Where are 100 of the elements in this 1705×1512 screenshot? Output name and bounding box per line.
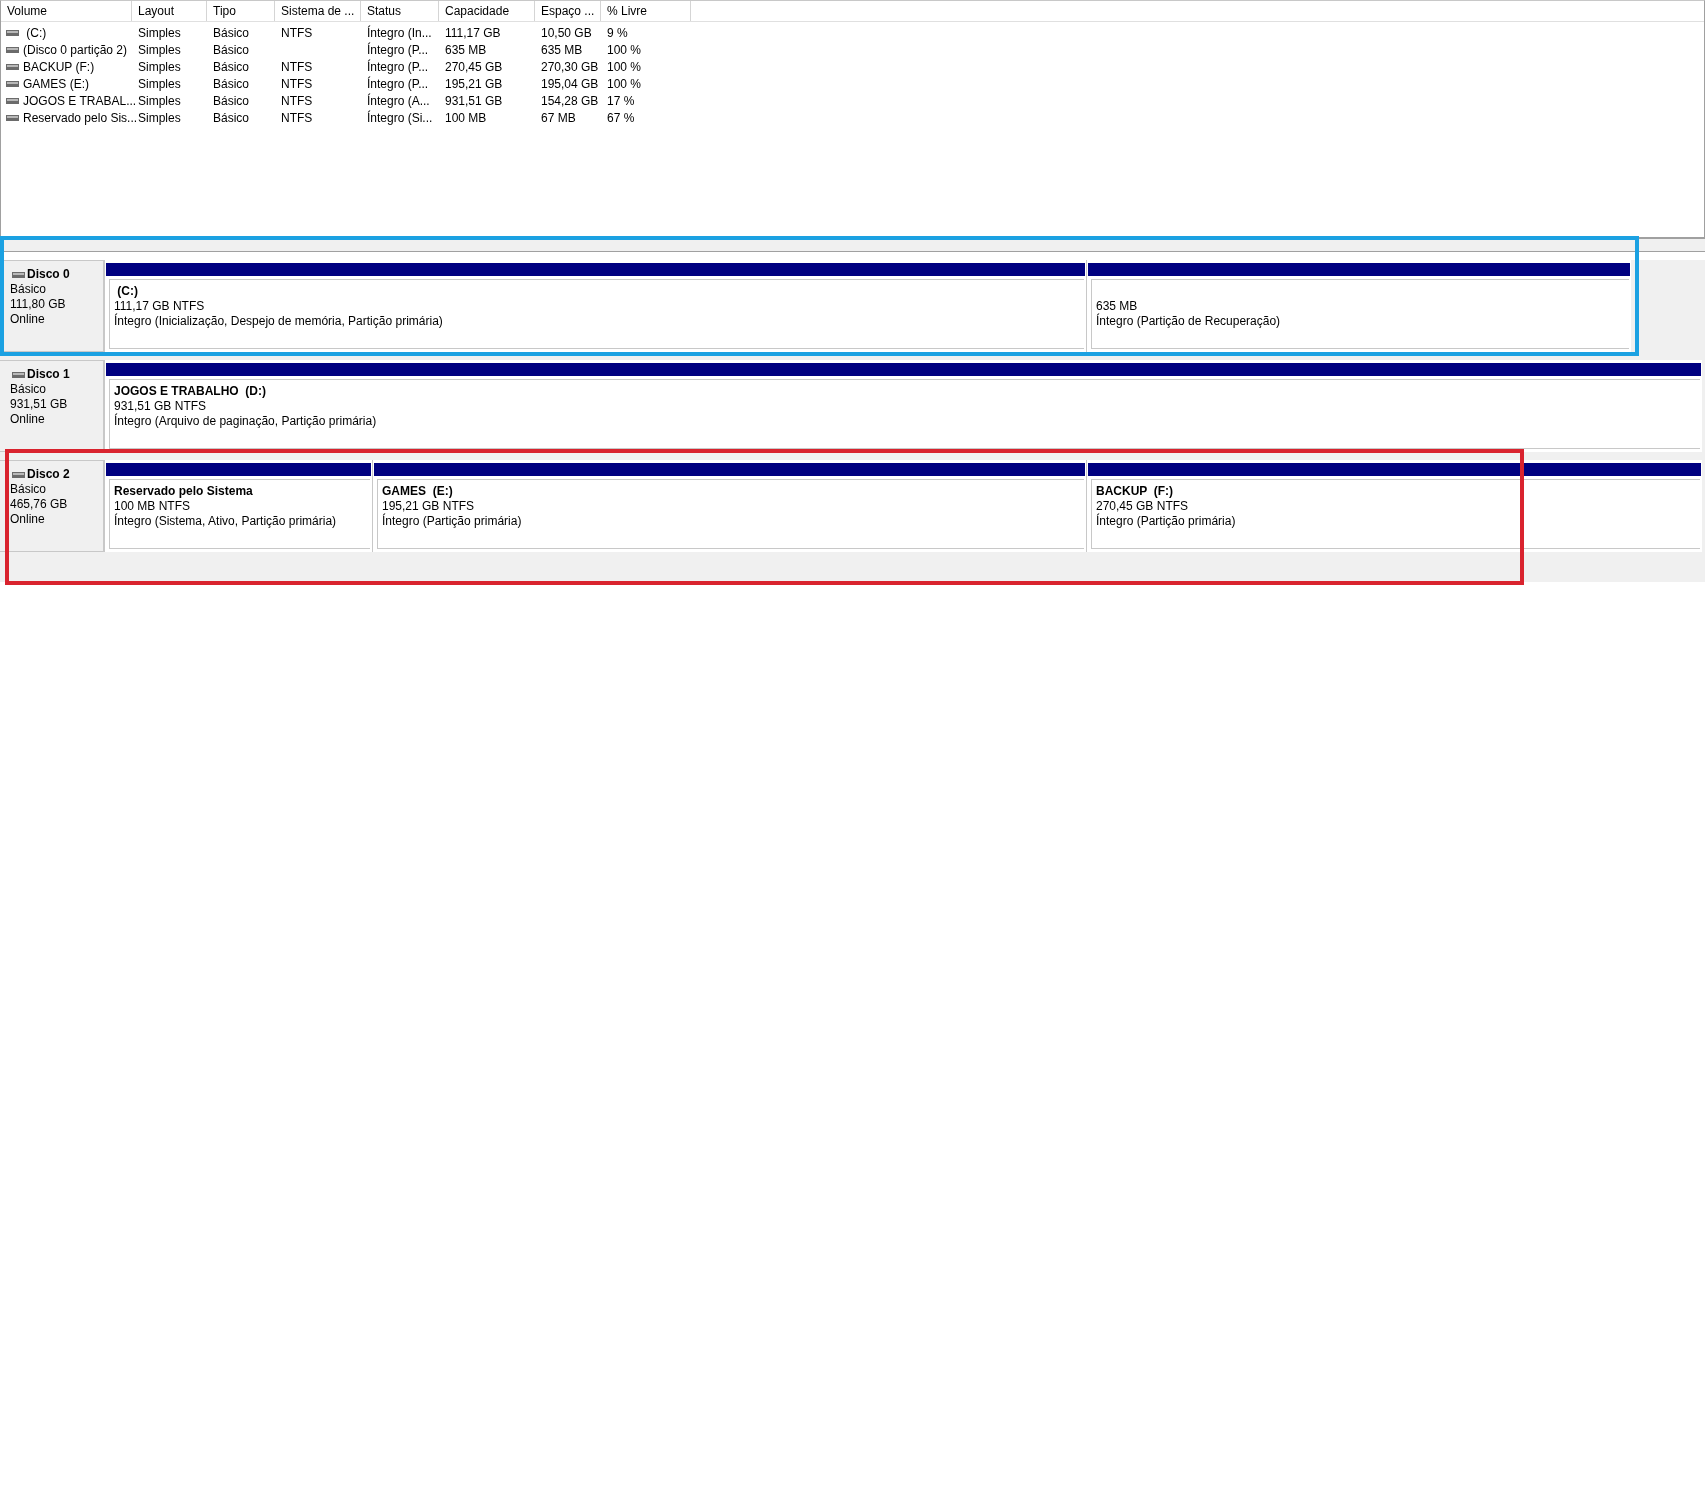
drive-icon — [6, 80, 19, 87]
table-cell: 100 MB — [445, 110, 487, 125]
table-cell: NTFS — [281, 25, 313, 40]
volume-name: (Disco 0 partição 2) — [23, 42, 128, 57]
drive-icon — [6, 114, 19, 121]
table-cell: 17 % — [607, 93, 635, 108]
column-header[interactable]: Espaço ... — [535, 1, 601, 21]
volume-name: (C:) — [25, 25, 47, 40]
disk-status: Online — [10, 412, 45, 427]
partition-size: 195,21 GB NTFS — [382, 499, 475, 513]
table-cell: Simples — [138, 25, 181, 40]
disk-size: 931,51 GB — [10, 397, 68, 412]
table-cell: 270,45 GB — [445, 59, 503, 74]
partition-size: 635 MB — [1096, 299, 1138, 313]
table-cell: 270,30 GB — [541, 59, 599, 74]
disk-name: Disco 1 — [27, 367, 70, 382]
table-cell: 100 % — [607, 42, 642, 57]
disk-type: Básico — [10, 482, 47, 497]
partition-block[interactable]: (C:) 111,17 GB NTFS Íntegro (Inicialização, Despejo de memória, Partição primária) — [104, 260, 1086, 352]
table-cell: Íntegro (P... — [367, 59, 429, 74]
disk-type: Básico — [10, 282, 47, 297]
disk-size: 465,76 GB — [10, 497, 68, 512]
table-cell: 195,21 GB — [445, 76, 503, 91]
column-header[interactable]: Volume — [1, 1, 132, 21]
partition-block[interactable]: BACKUP (F:) 270,45 GB NTFS Íntegro (Partição primária) — [1086, 460, 1702, 552]
disk-name: Disco 0 — [27, 267, 70, 282]
table-cell: Íntegro (A... — [367, 93, 430, 108]
table-cell: 67 MB — [541, 110, 576, 125]
partition-name: GAMES (E:) — [382, 484, 453, 498]
table-cell: NTFS — [281, 76, 313, 91]
table-cell: 9 % — [607, 25, 628, 40]
drive-icon — [12, 271, 25, 278]
volume-name: GAMES (E:) — [23, 76, 89, 91]
drive-icon — [12, 371, 25, 378]
partition-size: 931,51 GB NTFS — [114, 399, 207, 413]
partition-name: JOGOS E TRABALHO (D:) — [114, 384, 266, 398]
disk-status: Online — [10, 512, 45, 527]
partition-status: Íntegro (Arquivo de paginação, Partição primária) — [114, 414, 377, 429]
table-cell: 635 MB — [445, 42, 487, 57]
column-header[interactable]: Tipo — [207, 1, 275, 21]
partition-name: BACKUP (F:) — [1096, 484, 1174, 498]
table-cell: 67 % — [607, 110, 635, 125]
table-cell: Básico — [213, 93, 250, 108]
table-cell: Básico — [213, 25, 250, 40]
disk-label-panel[interactable]: Disco 1 Básico 931,51 GB Online — [0, 360, 104, 452]
volume-name: BACKUP (F:) — [23, 59, 95, 74]
table-cell: NTFS — [281, 110, 313, 125]
table-cell: 100 % — [607, 76, 642, 91]
partition-name: Reservado pelo Sistema — [114, 484, 253, 498]
column-header[interactable]: Status — [361, 1, 439, 21]
table-cell: Íntegro (In... — [367, 25, 432, 40]
disk-label-panel[interactable]: Disco 2 Básico 465,76 GB Online — [0, 460, 104, 552]
table-cell: Íntegro (Si... — [367, 110, 433, 125]
partition-size: 100 MB NTFS — [114, 499, 191, 513]
column-header[interactable]: Capacidade — [439, 1, 535, 21]
table-cell: 154,28 GB — [541, 93, 599, 108]
table-cell: 100 % — [607, 59, 642, 74]
table-cell: Simples — [138, 59, 181, 74]
table-cell: Íntegro (P... — [367, 76, 429, 91]
drive-icon — [6, 97, 19, 104]
partition-size: 270,45 GB NTFS — [1096, 499, 1189, 513]
column-header[interactable]: Layout — [132, 1, 207, 21]
partition-block[interactable]: JOGOS E TRABALHO (D:) 931,51 GB NTFS Íntegro (Arquivo de paginação, Partição primária) — [104, 360, 1702, 452]
disk-size: 111,80 GB — [10, 297, 66, 312]
drive-icon — [6, 46, 19, 53]
table-cell: Básico — [213, 42, 250, 57]
volume-name: Reservado pelo Sis... — [23, 110, 138, 125]
partition-status: Íntegro (Partição primária) — [1096, 514, 1236, 529]
partition-block[interactable]: 635 MB Íntegro (Partição de Recuperação) — [1086, 260, 1631, 352]
disk-status: Online — [10, 312, 45, 327]
table-cell: 111,17 GB — [445, 25, 501, 40]
partition-status: Íntegro (Partição primária) — [382, 514, 522, 529]
partition-name: (C:) — [116, 284, 138, 298]
partition-block[interactable]: Reservado pelo Sistema 100 MB NTFS Íntegro (Sistema, Ativo, Partição primária) — [104, 460, 372, 552]
table-cell: 931,51 GB — [445, 93, 503, 108]
table-cell: Básico — [213, 110, 250, 125]
table-cell: Simples — [138, 93, 181, 108]
table-cell: Simples — [138, 76, 181, 91]
table-cell: Simples — [138, 110, 181, 125]
table-cell: Básico — [213, 59, 250, 74]
partition-status: Íntegro (Inicialização, Despejo de memória, Partição primária) — [114, 314, 443, 329]
partition-status: Íntegro (Sistema, Ativo, Partição primária) — [114, 514, 337, 529]
disk-name: Disco 2 — [27, 467, 70, 482]
table-cell: 195,04 GB — [541, 76, 599, 91]
drive-icon — [6, 63, 19, 70]
table-cell: Básico — [213, 76, 250, 91]
partition-size: 111,17 GB NTFS — [114, 299, 205, 313]
table-cell: Simples — [138, 42, 181, 57]
partition-status: Íntegro (Partição de Recuperação) — [1096, 314, 1281, 329]
volume-name: JOGOS E TRABAL... — [23, 93, 137, 108]
table-cell: Íntegro (P... — [367, 42, 429, 57]
table-cell: NTFS — [281, 59, 313, 74]
disk-type: Básico — [10, 382, 47, 397]
drive-icon — [6, 29, 19, 36]
column-header[interactable]: % Livre — [601, 1, 691, 21]
table-cell: 10,50 GB — [541, 25, 592, 40]
partition-block[interactable]: GAMES (E:) 195,21 GB NTFS Íntegro (Partição primária) — [372, 460, 1086, 552]
column-header[interactable]: Sistema de ... — [275, 1, 361, 21]
drive-icon — [12, 471, 25, 478]
table-cell: 635 MB — [541, 42, 583, 57]
